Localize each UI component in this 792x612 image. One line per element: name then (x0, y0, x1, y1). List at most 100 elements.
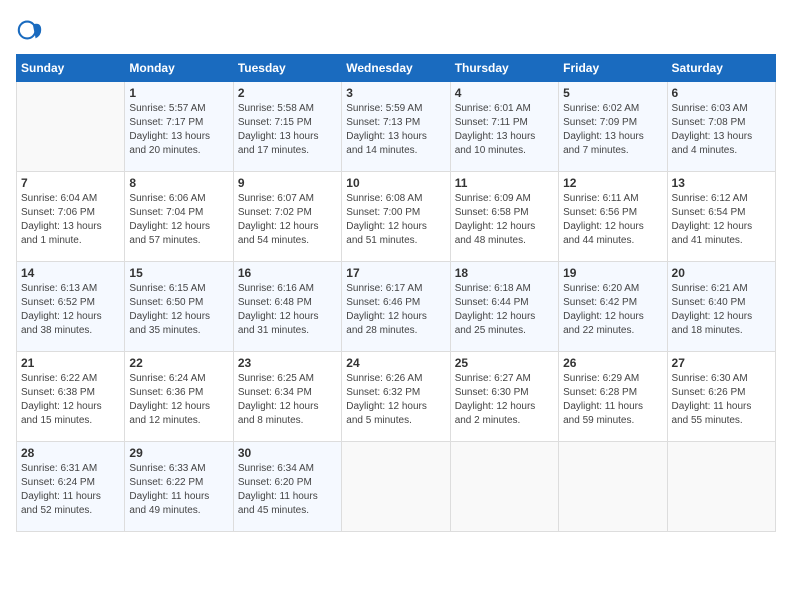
calendar-cell: 25 Sunrise: 6:27 AM Sunset: 6:30 PM Dayli… (450, 352, 558, 442)
day-number: 18 (455, 266, 554, 280)
day-number: 30 (238, 446, 337, 460)
header-day-monday: Monday (125, 55, 233, 82)
day-content: Sunrise: 6:13 AM Sunset: 6:52 PM Dayligh… (21, 282, 120, 338)
day-content: Sunrise: 6:04 AM Sunset: 7:06 PM Dayligh… (21, 192, 120, 248)
calendar-cell (559, 442, 667, 532)
day-content: Sunrise: 6:08 AM Sunset: 7:00 PM Dayligh… (346, 192, 445, 248)
calendar-cell: 23 Sunrise: 6:25 AM Sunset: 6:34 PM Dayli… (233, 352, 341, 442)
day-content: Sunrise: 6:12 AM Sunset: 6:54 PM Dayligh… (672, 192, 771, 248)
calendar-cell: 22 Sunrise: 6:24 AM Sunset: 6:36 PM Dayli… (125, 352, 233, 442)
day-number: 17 (346, 266, 445, 280)
day-content: Sunrise: 5:57 AM Sunset: 7:17 PM Dayligh… (129, 102, 228, 158)
day-content: Sunrise: 6:07 AM Sunset: 7:02 PM Dayligh… (238, 192, 337, 248)
day-number: 8 (129, 176, 228, 190)
day-content: Sunrise: 5:58 AM Sunset: 7:15 PM Dayligh… (238, 102, 337, 158)
day-number: 11 (455, 176, 554, 190)
day-number: 24 (346, 356, 445, 370)
calendar-cell: 21 Sunrise: 6:22 AM Sunset: 6:38 PM Dayli… (17, 352, 125, 442)
day-number: 10 (346, 176, 445, 190)
day-number: 13 (672, 176, 771, 190)
day-content: Sunrise: 6:31 AM Sunset: 6:24 PM Dayligh… (21, 462, 120, 518)
day-number: 7 (21, 176, 120, 190)
day-number: 2 (238, 86, 337, 100)
day-number: 12 (563, 176, 662, 190)
day-number: 9 (238, 176, 337, 190)
day-number: 3 (346, 86, 445, 100)
day-content: Sunrise: 6:26 AM Sunset: 6:32 PM Dayligh… (346, 372, 445, 428)
day-content: Sunrise: 6:29 AM Sunset: 6:28 PM Dayligh… (563, 372, 662, 428)
calendar-cell (450, 442, 558, 532)
day-content: Sunrise: 6:21 AM Sunset: 6:40 PM Dayligh… (672, 282, 771, 338)
calendar-table: SundayMondayTuesdayWednesdayThursdayFrid… (16, 54, 776, 532)
calendar-cell: 8Sunrise: 6:06 AM Sunset: 7:04 PM Daylig… (125, 172, 233, 262)
day-content: Sunrise: 6:17 AM Sunset: 6:46 PM Dayligh… (346, 282, 445, 338)
day-content: Sunrise: 6:20 AM Sunset: 6:42 PM Dayligh… (563, 282, 662, 338)
day-content: Sunrise: 6:09 AM Sunset: 6:58 PM Dayligh… (455, 192, 554, 248)
day-number: 23 (238, 356, 337, 370)
week-row-5: 28 Sunrise: 6:31 AM Sunset: 6:24 PM Dayli… (17, 442, 776, 532)
calendar-cell: 4Sunrise: 6:01 AM Sunset: 7:11 PM Daylig… (450, 82, 558, 172)
calendar-cell: 9 Sunrise: 6:07 AM Sunset: 7:02 PM Daylig… (233, 172, 341, 262)
day-content: Sunrise: 6:24 AM Sunset: 6:36 PM Dayligh… (129, 372, 228, 428)
calendar-cell: 3 Sunrise: 5:59 AM Sunset: 7:13 PM Daylig… (342, 82, 450, 172)
header-day-thursday: Thursday (450, 55, 558, 82)
calendar-cell: 15Sunrise: 6:15 AM Sunset: 6:50 PM Dayli… (125, 262, 233, 352)
header-day-friday: Friday (559, 55, 667, 82)
calendar-cell: 16Sunrise: 6:16 AM Sunset: 6:48 PM Dayli… (233, 262, 341, 352)
day-number: 16 (238, 266, 337, 280)
day-number: 6 (672, 86, 771, 100)
day-content: Sunrise: 6:34 AM Sunset: 6:20 PM Dayligh… (238, 462, 337, 518)
calendar-cell: 26 Sunrise: 6:29 AM Sunset: 6:28 PM Dayli… (559, 352, 667, 442)
calendar-cell (17, 82, 125, 172)
page-header (16, 16, 776, 44)
day-content: Sunrise: 6:03 AM Sunset: 7:08 PM Dayligh… (672, 102, 771, 158)
calendar-cell: 5Sunrise: 6:02 AM Sunset: 7:09 PM Daylig… (559, 82, 667, 172)
day-number: 25 (455, 356, 554, 370)
day-content: Sunrise: 6:11 AM Sunset: 6:56 PM Dayligh… (563, 192, 662, 248)
calendar-cell: 6 Sunrise: 6:03 AM Sunset: 7:08 PM Daylig… (667, 82, 775, 172)
calendar-cell: 11 Sunrise: 6:09 AM Sunset: 6:58 PM Dayli… (450, 172, 558, 262)
day-content: Sunrise: 6:33 AM Sunset: 6:22 PM Dayligh… (129, 462, 228, 518)
calendar-cell: 14 Sunrise: 6:13 AM Sunset: 6:52 PM Dayli… (17, 262, 125, 352)
calendar-cell: 17 Sunrise: 6:17 AM Sunset: 6:46 PM Dayli… (342, 262, 450, 352)
week-row-4: 21 Sunrise: 6:22 AM Sunset: 6:38 PM Dayli… (17, 352, 776, 442)
calendar-cell: 10 Sunrise: 6:08 AM Sunset: 7:00 PM Dayli… (342, 172, 450, 262)
header-day-tuesday: Tuesday (233, 55, 341, 82)
logo-icon (16, 16, 44, 44)
logo (16, 16, 48, 44)
day-content: Sunrise: 6:27 AM Sunset: 6:30 PM Dayligh… (455, 372, 554, 428)
day-number: 5 (563, 86, 662, 100)
day-content: Sunrise: 6:30 AM Sunset: 6:26 PM Dayligh… (672, 372, 771, 428)
day-number: 26 (563, 356, 662, 370)
day-number: 15 (129, 266, 228, 280)
day-content: Sunrise: 6:22 AM Sunset: 6:38 PM Dayligh… (21, 372, 120, 428)
calendar-cell: 12 Sunrise: 6:11 AM Sunset: 6:56 PM Dayli… (559, 172, 667, 262)
calendar-cell: 19 Sunrise: 6:20 AM Sunset: 6:42 PM Dayli… (559, 262, 667, 352)
day-number: 20 (672, 266, 771, 280)
day-number: 27 (672, 356, 771, 370)
calendar-cell: 1 Sunrise: 5:57 AM Sunset: 7:17 PM Daylig… (125, 82, 233, 172)
day-content: Sunrise: 6:01 AM Sunset: 7:11 PM Dayligh… (455, 102, 554, 158)
calendar-cell: 29 Sunrise: 6:33 AM Sunset: 6:22 PM Dayli… (125, 442, 233, 532)
day-number: 28 (21, 446, 120, 460)
calendar-body: 1 Sunrise: 5:57 AM Sunset: 7:17 PM Daylig… (17, 82, 776, 532)
calendar-cell: 27 Sunrise: 6:30 AM Sunset: 6:26 PM Dayli… (667, 352, 775, 442)
day-number: 22 (129, 356, 228, 370)
calendar-cell (667, 442, 775, 532)
calendar-cell: 20 Sunrise: 6:21 AM Sunset: 6:40 PM Dayli… (667, 262, 775, 352)
day-content: Sunrise: 6:25 AM Sunset: 6:34 PM Dayligh… (238, 372, 337, 428)
day-number: 19 (563, 266, 662, 280)
week-row-3: 14 Sunrise: 6:13 AM Sunset: 6:52 PM Dayli… (17, 262, 776, 352)
day-content: Sunrise: 5:59 AM Sunset: 7:13 PM Dayligh… (346, 102, 445, 158)
day-number: 29 (129, 446, 228, 460)
calendar-cell: 30 Sunrise: 6:34 AM Sunset: 6:20 PM Dayli… (233, 442, 341, 532)
day-number: 14 (21, 266, 120, 280)
day-number: 1 (129, 86, 228, 100)
calendar-cell: 7 Sunrise: 6:04 AM Sunset: 7:06 PM Daylig… (17, 172, 125, 262)
day-number: 21 (21, 356, 120, 370)
calendar-cell: 28 Sunrise: 6:31 AM Sunset: 6:24 PM Dayli… (17, 442, 125, 532)
week-row-1: 1 Sunrise: 5:57 AM Sunset: 7:17 PM Daylig… (17, 82, 776, 172)
calendar-cell (342, 442, 450, 532)
week-row-2: 7 Sunrise: 6:04 AM Sunset: 7:06 PM Daylig… (17, 172, 776, 262)
calendar-cell: 13 Sunrise: 6:12 AM Sunset: 6:54 PM Dayli… (667, 172, 775, 262)
